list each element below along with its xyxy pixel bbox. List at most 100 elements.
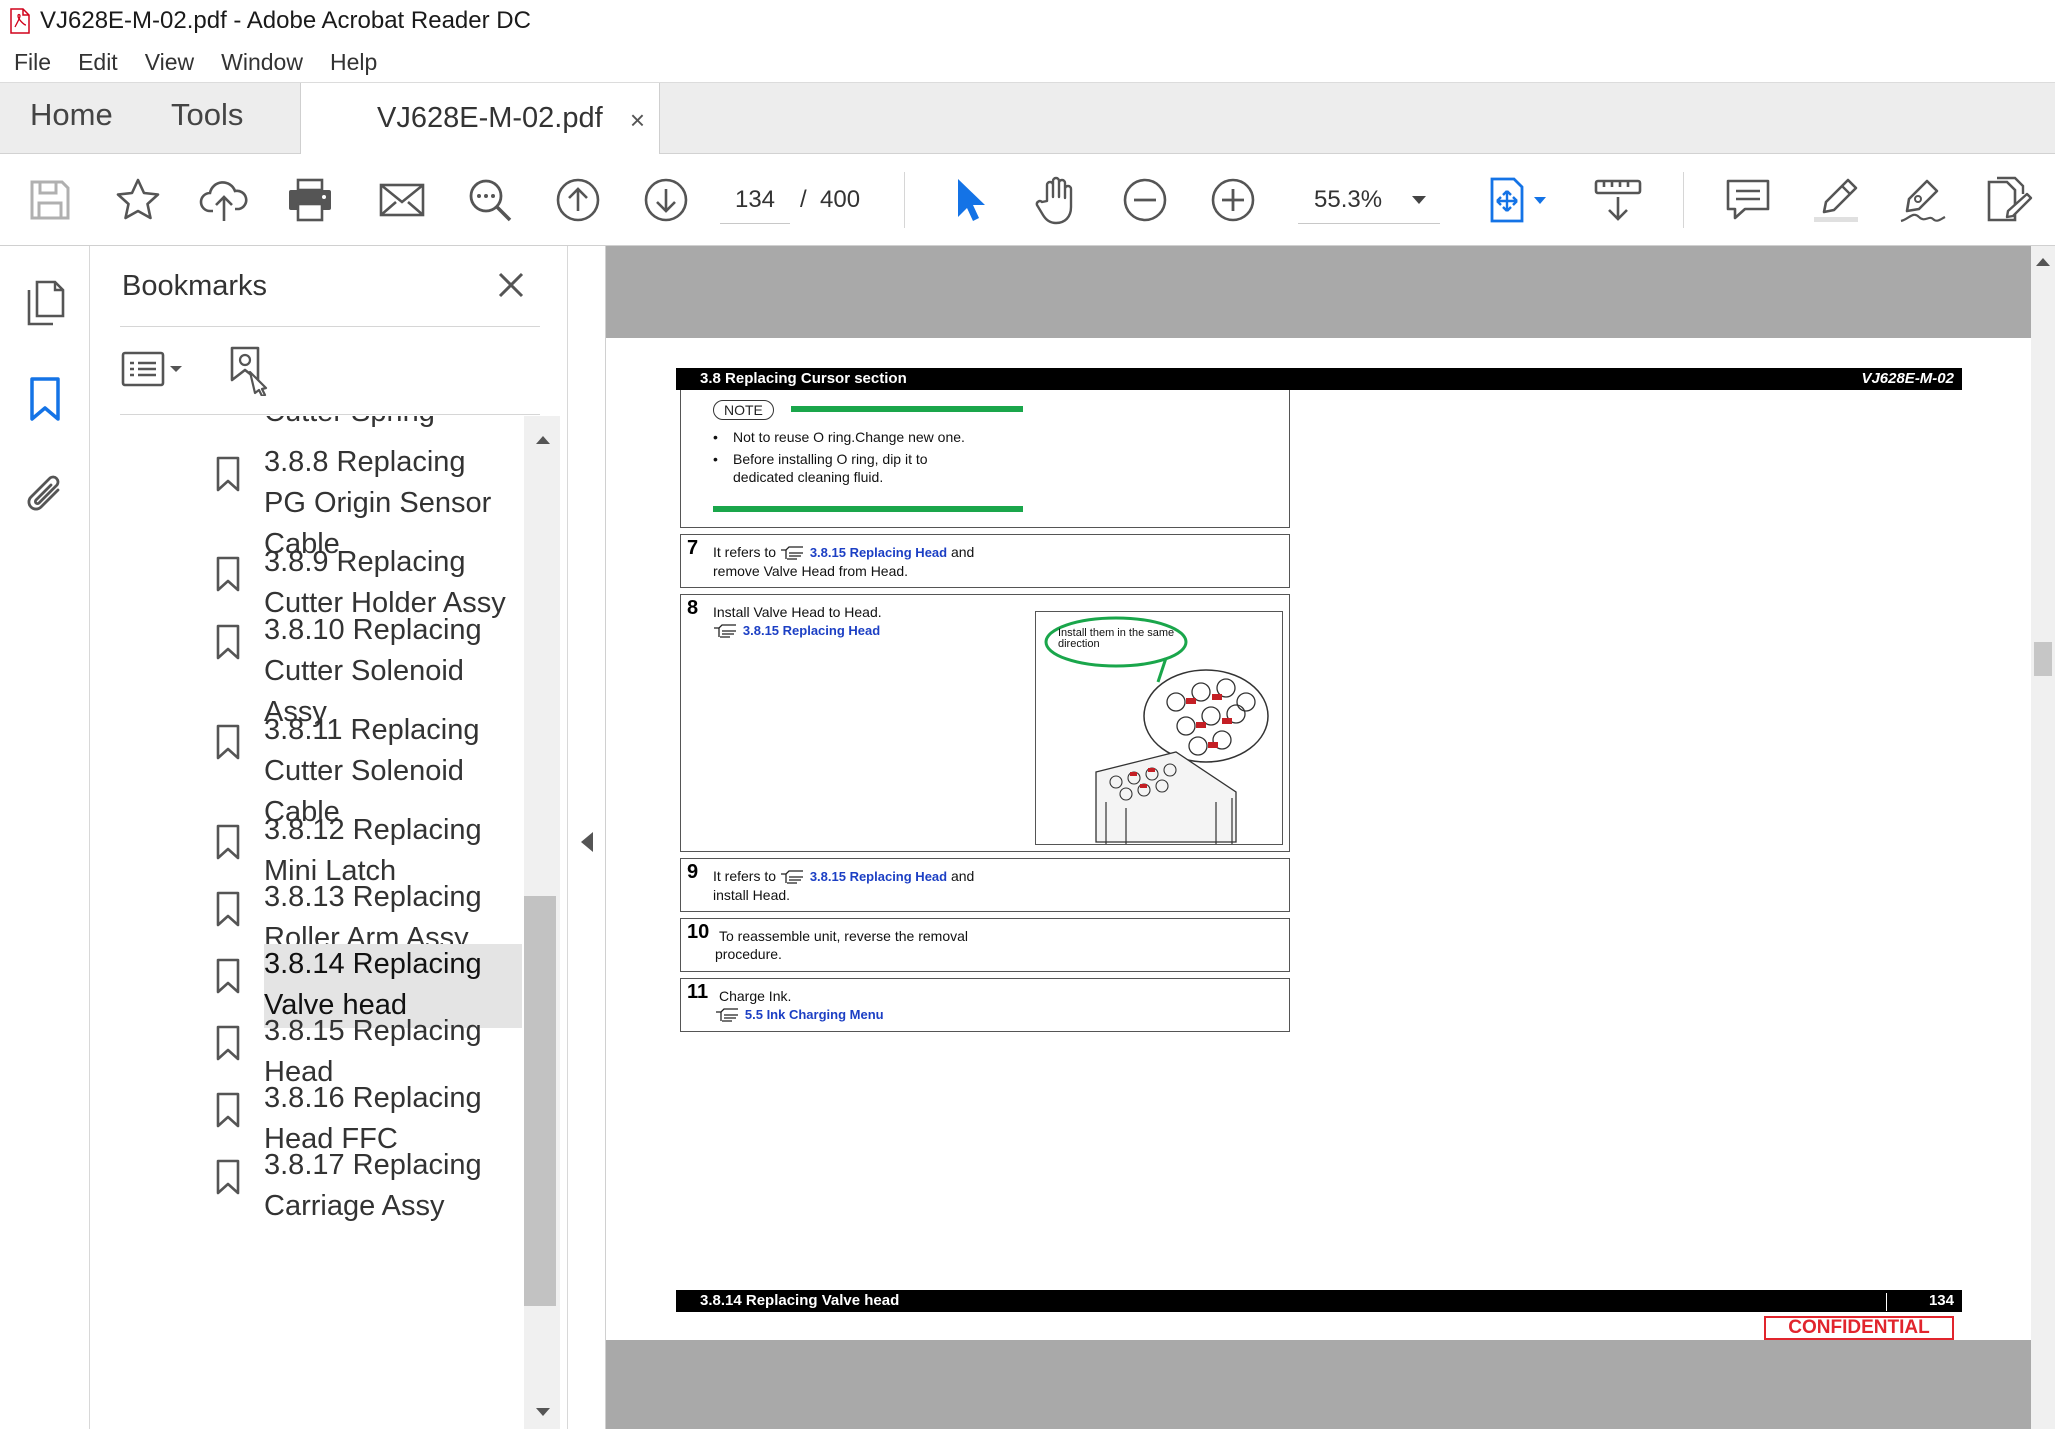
email-icon[interactable] bbox=[376, 174, 428, 226]
note-green-bar bbox=[791, 406, 1023, 412]
tab-tools[interactable]: Tools bbox=[171, 97, 243, 133]
divider bbox=[120, 326, 540, 327]
step-text: Charge Ink. 5.5 Ink Charging Menu bbox=[716, 987, 1259, 1024]
step-text: To reassemble unit, reverse the removal … bbox=[715, 928, 968, 962]
scroll-mode-icon[interactable] bbox=[1592, 174, 1644, 226]
zoom-level-select[interactable]: 55.3% bbox=[1298, 176, 1440, 224]
bookmark-item[interactable]: Cutter Spring bbox=[90, 416, 524, 442]
step-number: 9 bbox=[687, 861, 699, 883]
bookmark-icon bbox=[216, 624, 240, 660]
attachments-paperclip-icon[interactable] bbox=[20, 470, 70, 520]
bookmark-list: Cutter Spring 3.8.8 Replacing PG Origin … bbox=[90, 416, 524, 1429]
page-thumbnails-icon[interactable] bbox=[20, 278, 70, 328]
pointing-hand-icon bbox=[713, 624, 739, 638]
pointing-hand-icon bbox=[780, 546, 806, 560]
toolbar-divider bbox=[1683, 172, 1684, 228]
tab-home[interactable]: Home bbox=[30, 97, 113, 133]
step-number: 7 bbox=[687, 537, 699, 559]
page-total: / 400 bbox=[800, 186, 861, 213]
step-9: 9 It refers to 3.8.15 Replacing Head and… bbox=[680, 858, 1290, 912]
fit-page-icon[interactable] bbox=[1482, 174, 1554, 226]
menu-file[interactable]: File bbox=[14, 47, 51, 78]
print-icon[interactable] bbox=[284, 174, 336, 226]
chevron-down-icon bbox=[1412, 196, 1426, 204]
sign-pen-icon[interactable] bbox=[1896, 174, 1948, 226]
bookmark-icon bbox=[216, 1159, 240, 1195]
hand-tool-icon[interactable] bbox=[1032, 174, 1084, 226]
cloud-upload-icon[interactable] bbox=[198, 174, 250, 226]
highlight-pen-icon[interactable] bbox=[1810, 174, 1862, 226]
pdf-page: 3.8 Replacing Cursor section VJ628E-M-02… bbox=[606, 338, 2031, 1340]
note-label: NOTE bbox=[713, 400, 774, 420]
callout-text: Install them in the same direction bbox=[1058, 627, 1175, 650]
cross-reference-link[interactable]: 5.5 Ink Charging Menu bbox=[745, 1007, 884, 1022]
document-scrollbar-thumb[interactable] bbox=[2034, 642, 2052, 676]
find-bookmark-icon[interactable] bbox=[226, 346, 276, 396]
menu-bar: File Edit View Window Help bbox=[0, 42, 2055, 82]
bookmark-icon bbox=[216, 1092, 240, 1128]
page-number-input[interactable]: 134 bbox=[720, 176, 790, 224]
toolbar-divider bbox=[904, 172, 905, 228]
zoom-out-icon[interactable] bbox=[1119, 174, 1171, 226]
menu-window[interactable]: Window bbox=[221, 47, 303, 78]
cross-reference-link[interactable]: 3.8.15 Replacing Head bbox=[743, 623, 880, 638]
note-green-bar bbox=[713, 506, 1023, 512]
menu-edit[interactable]: Edit bbox=[78, 47, 118, 78]
cross-reference-link[interactable]: 3.8.15 Replacing Head bbox=[810, 869, 947, 884]
step-text: It refers to 3.8.15 Replacing Head and r… bbox=[713, 544, 975, 579]
close-panel-icon[interactable] bbox=[494, 268, 528, 302]
note-item: Before installing O ring, dip it to dedi… bbox=[733, 451, 928, 485]
valve-head-illustration: Install them in the same direction bbox=[1035, 611, 1283, 845]
page-header-bar: 3.8 Replacing Cursor section VJ628E-M-02 bbox=[676, 368, 1962, 390]
bookmarks-scrollbar-thumb[interactable] bbox=[524, 896, 556, 1306]
step-text: It refers to 3.8.15 Replacing Head and i… bbox=[713, 868, 975, 903]
bookmark-icon bbox=[216, 724, 240, 760]
step-number: 11 bbox=[687, 981, 709, 1003]
close-tab-icon[interactable]: × bbox=[630, 105, 645, 136]
note-list: • Not to reuse O ring.Change new one. • Be… bbox=[713, 428, 1033, 486]
comment-icon[interactable] bbox=[1722, 174, 1774, 226]
bookmarks-panel: Bookmarks Cutter Spring 3.8.8 Replacing … bbox=[90, 246, 568, 1429]
pointing-hand-icon bbox=[780, 870, 806, 884]
step-number: 10 bbox=[687, 921, 710, 943]
bookmark-icon bbox=[216, 1025, 240, 1061]
tab-document-label: VJ628E-M-02.pdf bbox=[377, 102, 603, 134]
footer-divider bbox=[1886, 1293, 1887, 1311]
cross-reference-link[interactable]: 3.8.15 Replacing Head bbox=[810, 545, 947, 560]
scroll-down-icon[interactable] bbox=[536, 1408, 550, 1416]
star-bookmark-icon[interactable] bbox=[112, 174, 164, 226]
menu-view[interactable]: View bbox=[145, 47, 194, 78]
page-footer-number: 134 bbox=[1928, 1292, 1954, 1309]
bookmark-label: Cutter Spring bbox=[264, 416, 514, 433]
previous-page-icon[interactable] bbox=[552, 174, 604, 226]
bookmark-icon bbox=[216, 824, 240, 860]
tab-bar: Home Tools VJ628E-M-02.pdf × bbox=[0, 82, 2055, 155]
panel-collapse-handle[interactable] bbox=[568, 246, 606, 1429]
zoom-search-icon[interactable] bbox=[464, 174, 516, 226]
next-page-icon[interactable] bbox=[640, 174, 692, 226]
scroll-up-icon[interactable] bbox=[2036, 258, 2050, 266]
scroll-up-icon[interactable] bbox=[536, 436, 550, 444]
bookmarks-panel-icon[interactable] bbox=[20, 374, 70, 424]
step-7: 7 It refers to 3.8.15 Replacing Head and… bbox=[680, 534, 1290, 588]
edit-document-icon[interactable] bbox=[1982, 174, 2034, 226]
pointing-hand-icon bbox=[715, 1008, 741, 1022]
main-toolbar: 134 / 400 55.3% bbox=[0, 154, 2055, 246]
page-footer-bar: 3.8.14 Replacing Valve head 134 bbox=[676, 1290, 1962, 1312]
document-scrollbar[interactable] bbox=[2031, 246, 2055, 1429]
tab-document[interactable]: VJ628E-M-02.pdf × bbox=[300, 83, 660, 155]
menu-help[interactable]: Help bbox=[330, 47, 377, 78]
step-text: Install Valve Head to Head. 3.8.15 Repla… bbox=[713, 604, 882, 638]
step-number: 8 bbox=[687, 597, 699, 619]
bookmark-icon bbox=[216, 556, 240, 592]
collapse-arrow-icon bbox=[581, 832, 593, 852]
bookmark-icon bbox=[216, 456, 240, 492]
select-tool-icon[interactable] bbox=[944, 174, 996, 226]
page-header-title: 3.8 Replacing Cursor section bbox=[700, 370, 907, 387]
note-item: Not to reuse O ring.Change new one. bbox=[733, 429, 965, 445]
document-viewer[interactable]: 3.8 Replacing Cursor section VJ628E-M-02… bbox=[606, 246, 2031, 1429]
step-8: 8 Install Valve Head to Head. 3.8.15 Rep… bbox=[680, 594, 1290, 852]
save-icon[interactable] bbox=[24, 174, 76, 226]
zoom-in-icon[interactable] bbox=[1207, 174, 1259, 226]
bookmark-options-icon[interactable] bbox=[120, 346, 190, 392]
